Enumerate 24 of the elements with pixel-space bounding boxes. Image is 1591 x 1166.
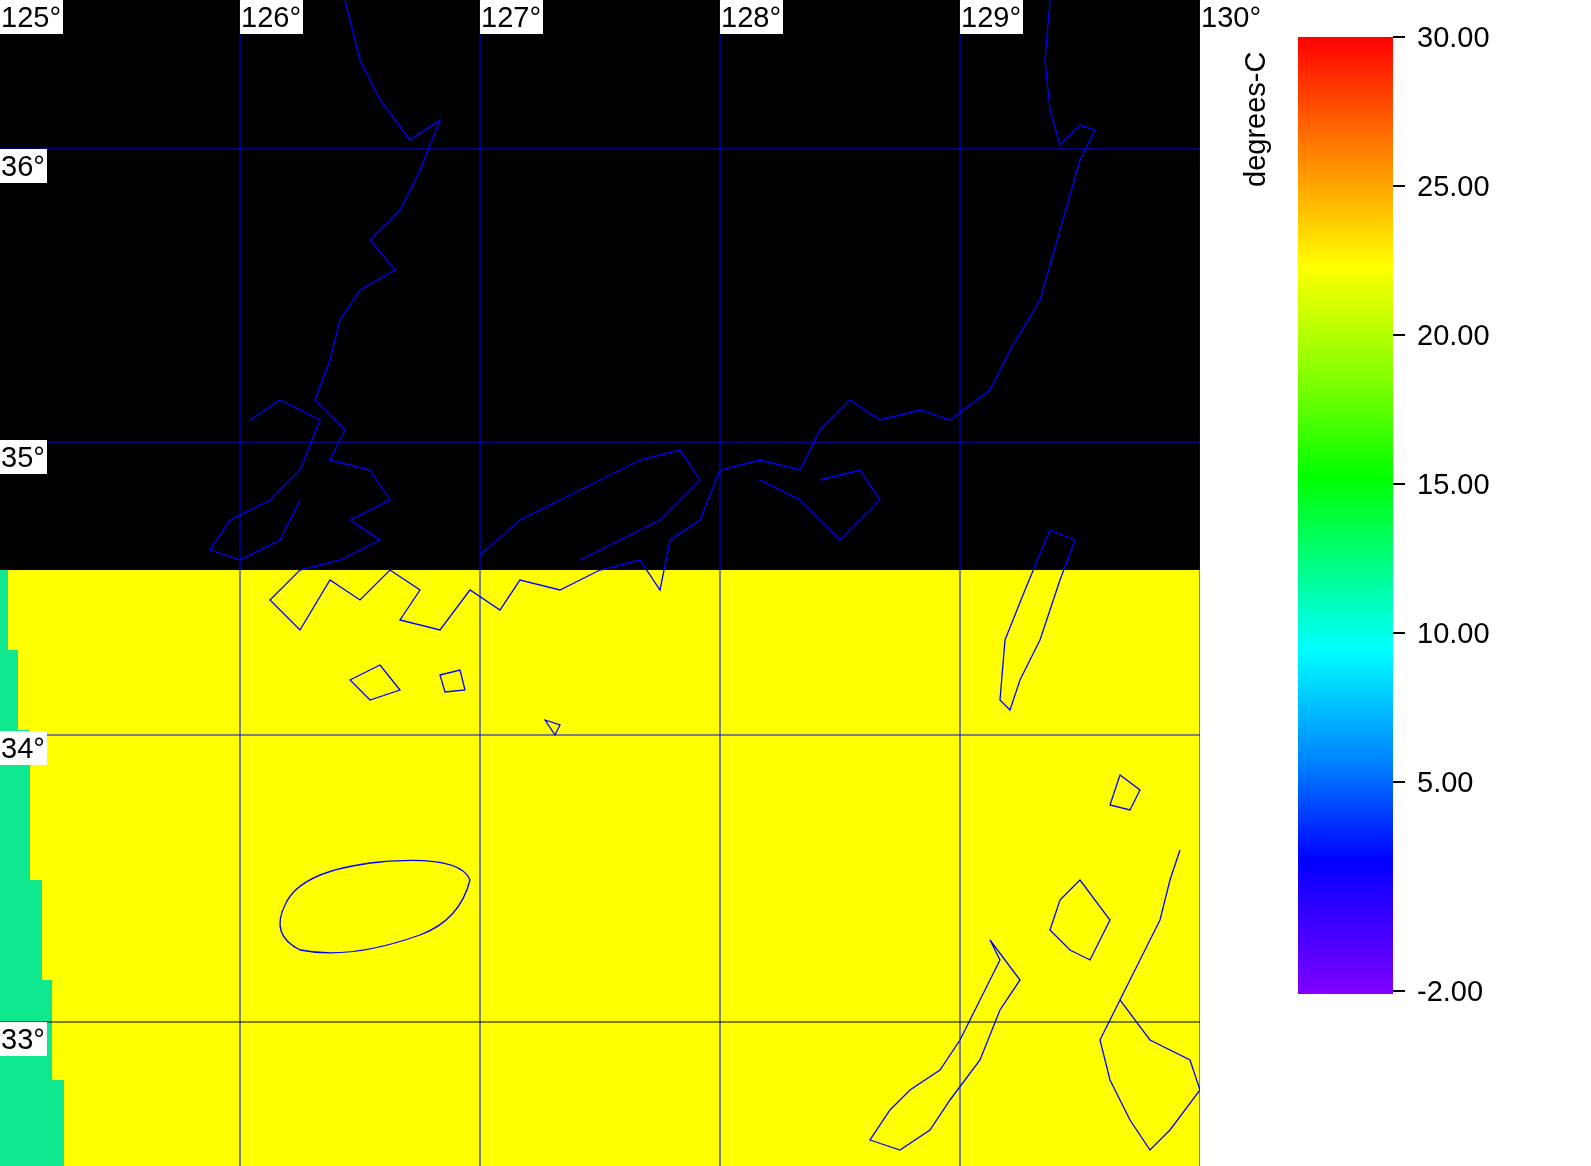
tick-label: 10.00 <box>1417 616 1490 650</box>
tick-mark <box>1393 990 1405 992</box>
tick-mark <box>1393 185 1405 187</box>
tick-label: 30.00 <box>1417 20 1490 54</box>
longitude-label: 126° <box>240 0 303 34</box>
tick-mark <box>1393 334 1405 336</box>
longitude-label: 129° <box>960 0 1023 34</box>
colorbar-title: degrees-C <box>1238 50 1272 187</box>
latitude-label: 35° <box>0 440 47 474</box>
tick-mark <box>1393 781 1405 783</box>
tick-label: 20.00 <box>1417 318 1490 352</box>
tick-mark <box>1393 632 1405 634</box>
latitude-label: 34° <box>0 731 47 765</box>
longitude-label: 128° <box>720 0 783 34</box>
tick-label: 15.00 <box>1417 467 1490 501</box>
latitude-label: 33° <box>0 1022 47 1056</box>
tick-label: 25.00 <box>1417 169 1490 203</box>
tick-label: 5.00 <box>1417 765 1474 799</box>
tick-label: -2.00 <box>1417 974 1484 1008</box>
tick-mark <box>1393 483 1405 485</box>
longitude-label: 125° <box>0 0 63 34</box>
latitude-label: 36° <box>0 149 47 183</box>
tick-mark <box>1393 36 1405 38</box>
longitude-label: 127° <box>480 0 543 34</box>
